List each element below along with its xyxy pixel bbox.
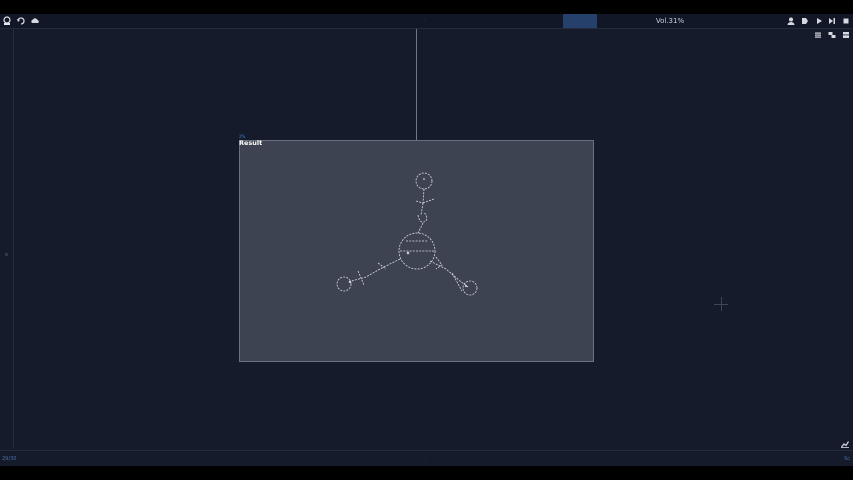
crosshair-cursor-vertical <box>721 297 722 311</box>
layers-icon[interactable] <box>827 30 837 40</box>
list-icon[interactable] <box>813 30 823 40</box>
status-separator: · <box>424 456 426 463</box>
app-logo-icon[interactable] <box>2 16 12 26</box>
step-icon[interactable] <box>827 16 837 26</box>
play-icon[interactable] <box>814 16 824 26</box>
status-bar: 29/30 · Sc <box>0 450 853 467</box>
stop-icon[interactable] <box>841 16 851 26</box>
user-icon[interactable] <box>786 16 796 26</box>
result-node-panel[interactable] <box>239 140 594 362</box>
cloud-icon[interactable] <box>30 16 40 26</box>
result-node-label: Result <box>239 139 263 147</box>
window-title: Vol.31% <box>655 17 685 25</box>
undo-icon[interactable] <box>16 16 26 26</box>
left-sidebar <box>0 29 14 449</box>
status-left-text: 29/30 <box>2 456 17 462</box>
top-toolbar: · Vol.31% <box>0 14 853 29</box>
result-sketch-image <box>336 172 478 296</box>
active-tab[interactable] <box>563 14 597 28</box>
app-window: · Vol.31% 2% Result 29/30 · Sc <box>0 14 853 466</box>
status-right-text[interactable]: Sc <box>836 454 850 464</box>
vertical-guide-line[interactable] <box>416 29 417 153</box>
sidebar-handle[interactable] <box>5 253 8 256</box>
title-separator: · <box>424 17 426 24</box>
record-icon[interactable] <box>800 16 810 26</box>
chart-icon[interactable] <box>840 439 850 449</box>
grid-icon[interactable] <box>841 30 851 40</box>
